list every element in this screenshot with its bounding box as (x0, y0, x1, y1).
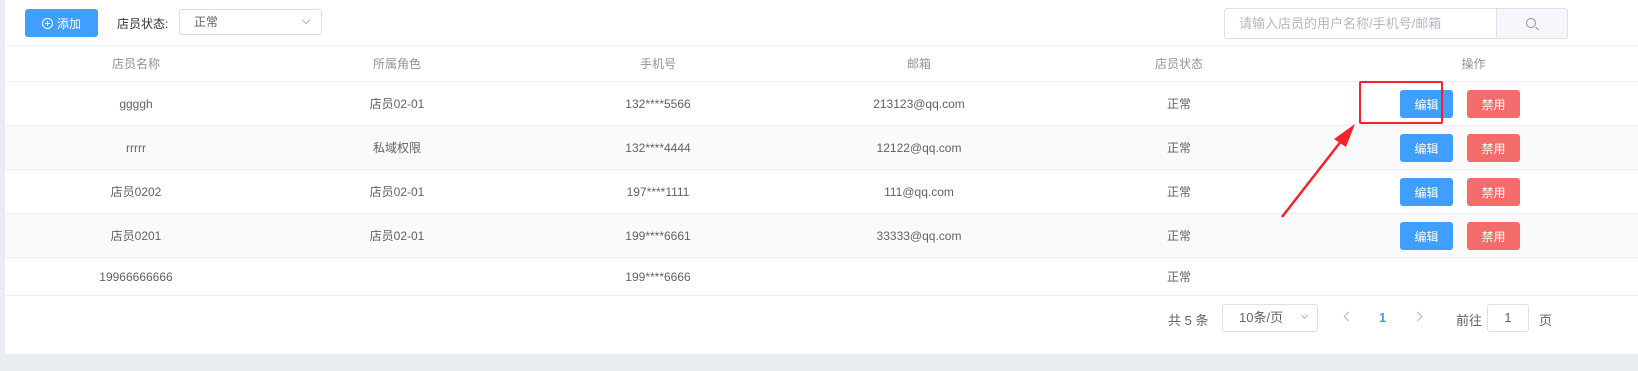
annotation-arrow (1281, 124, 1355, 218)
annotation-arrow-head (1334, 124, 1355, 147)
annotation-arrow-shaft (1281, 139, 1343, 218)
